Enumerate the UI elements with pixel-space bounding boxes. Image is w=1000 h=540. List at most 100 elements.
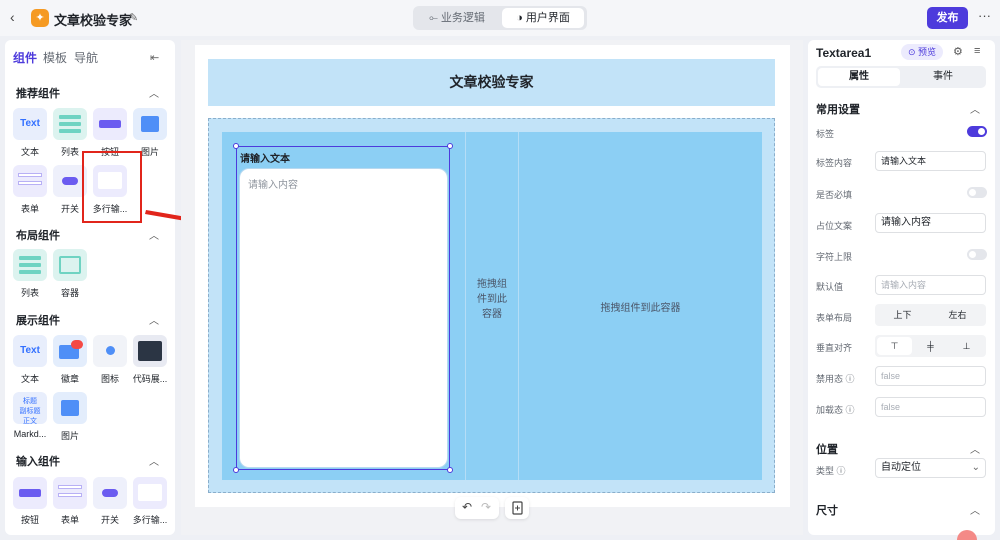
chevron-up-icon[interactable]: ︿ [149, 312, 159, 327]
mode-user-interface[interactable]: ◑ 用户界面 [502, 8, 584, 28]
chevron-up-icon[interactable]: ︿ [149, 85, 159, 100]
vertical-align-segment: ⊤ ╪ ⊥ [875, 335, 986, 357]
component-label: 列表 [20, 288, 39, 298]
disabled-label: 禁用态 ⓘ [816, 374, 855, 384]
icon-component-icon[interactable] [93, 335, 127, 367]
page-title[interactable]: 文章校验专家 [208, 59, 775, 106]
document-icon[interactable] [505, 497, 529, 519]
code-component-icon[interactable] [133, 335, 167, 367]
tab-components[interactable]: 组件 [13, 49, 37, 66]
redo-icon[interactable]: ↷ [481, 500, 491, 514]
component-label: 表单 [60, 515, 79, 525]
component-label: 按钮 [20, 515, 39, 525]
edit-icon[interactable]: ✎ [129, 11, 138, 24]
resize-handle[interactable] [233, 143, 239, 149]
component-label: 图标 [100, 374, 119, 384]
app-title: 文章校验专家 [54, 13, 133, 28]
textarea-input[interactable] [239, 168, 448, 468]
section-layout-title: 布局组件 [16, 230, 60, 242]
publish-button[interactable]: 发布 [927, 7, 968, 29]
switch-component-icon[interactable] [93, 477, 127, 509]
app-logo-icon: ✦ [31, 9, 49, 27]
button-component-icon[interactable] [93, 108, 127, 140]
position-type-select[interactable]: 自动定位 ⌄ [875, 458, 986, 478]
section-display-title: 展示组件 [16, 315, 60, 327]
component-label: 文本 [20, 374, 39, 384]
maxlength-toggle[interactable] [967, 249, 987, 260]
component-label: 代码展... [132, 374, 168, 384]
drop-hint: 拖拽组件到此容器 [600, 303, 681, 314]
text-component-icon[interactable]: Text [13, 108, 47, 140]
label-toggle-label: 标签 [816, 129, 835, 139]
text-component-icon[interactable]: Text [13, 335, 47, 367]
property-tabs: 属性 事件 [816, 66, 986, 88]
component-label: 徽章 [60, 374, 79, 384]
label-content-label: 标签内容 [816, 158, 853, 168]
chevron-up-icon[interactable]: ︿ [970, 101, 980, 116]
placeholder-input[interactable]: 请输入内容 [875, 213, 986, 233]
more-icon[interactable]: ··· [978, 8, 991, 23]
chevron-up-icon[interactable]: ︿ [149, 453, 159, 468]
section-common-settings: 常用设置 [816, 104, 860, 116]
tab-events[interactable]: 事件 [902, 68, 984, 86]
maxlength-label: 字符上限 [816, 252, 853, 262]
resize-handle[interactable] [233, 467, 239, 473]
section-recommended-title: 推荐组件 [16, 88, 60, 100]
layout-vertical-option[interactable]: 上下 [875, 304, 930, 326]
button-component-icon[interactable] [13, 477, 47, 509]
align-top-icon[interactable]: ⊤ [877, 337, 912, 355]
chevron-down-icon: ⌄ [971, 462, 980, 473]
disabled-input[interactable]: false [875, 366, 986, 386]
loading-input[interactable]: false [875, 397, 986, 417]
chevron-up-icon[interactable]: ︿ [970, 441, 980, 456]
list-component-icon[interactable] [53, 108, 87, 140]
image-component-icon[interactable] [133, 108, 167, 140]
image-component-icon[interactable] [53, 392, 87, 424]
preview-button[interactable]: ⊙ 预览 [901, 44, 943, 60]
gear-icon[interactable]: ⚙ [953, 45, 963, 58]
textarea-component-icon[interactable] [133, 477, 167, 509]
label-toggle[interactable] [967, 126, 987, 137]
align-bottom-icon[interactable]: ⊥ [949, 335, 984, 357]
align-middle-icon[interactable]: ╪ [913, 335, 948, 357]
component-name: Textarea1 [816, 46, 872, 60]
resize-handle[interactable] [447, 143, 453, 149]
chevron-left-icon[interactable]: ‹ [10, 9, 15, 25]
annotation-highlight-box [82, 151, 142, 223]
form-layout-segment: 上下 左右 [875, 304, 986, 326]
collapse-panel-icon[interactable]: ⇤ [150, 51, 159, 64]
section-position: 位置 [816, 444, 838, 456]
form-component-icon[interactable] [13, 165, 47, 197]
container-component-icon[interactable] [53, 249, 87, 281]
component-label: 表单 [20, 204, 39, 214]
chevron-up-icon[interactable]: ︿ [970, 502, 980, 517]
undo-redo-bar: ↶ ↷ [455, 497, 499, 519]
menu-icon[interactable]: ≡ [974, 45, 980, 57]
tab-properties[interactable]: 属性 [818, 68, 900, 86]
mode-business-logic[interactable]: ⟜ 业务逻辑 [416, 8, 498, 28]
badge-component-icon[interactable] [53, 335, 87, 367]
component-label: 多行输... [132, 515, 168, 525]
drop-hint: 拖拽组件到此容器 [477, 279, 507, 320]
layout-horizontal-option[interactable]: 左右 [930, 304, 985, 326]
label-content-input[interactable]: 请输入文本 [875, 151, 986, 171]
component-label: 图片 [60, 431, 79, 441]
section-input-title: 输入组件 [16, 456, 60, 468]
required-label: 是否必填 [816, 190, 853, 200]
list-component-icon[interactable] [13, 249, 47, 281]
textarea-placeholder: 请输入内容 [248, 180, 298, 191]
loading-label: 加载态 ⓘ [816, 405, 855, 415]
resize-handle[interactable] [447, 467, 453, 473]
placeholder-label: 占位文案 [816, 221, 853, 231]
required-toggle[interactable] [967, 187, 987, 198]
markdown-component-icon[interactable]: 标题 副标题 正文 [13, 392, 47, 425]
undo-icon[interactable]: ↶ [462, 500, 472, 514]
default-value-label: 默认值 [816, 282, 844, 292]
form-component-icon[interactable] [53, 477, 87, 509]
tab-navigation[interactable]: 导航 [74, 49, 98, 66]
position-type-label: 类型 ⓘ [816, 466, 846, 476]
default-value-input[interactable]: 请输入内容 [875, 275, 986, 295]
section-size: 尺寸 [816, 505, 838, 517]
top-bar: ‹ ✦ 文章校验专家 ✎ ⟜ 业务逻辑 ◑ 用户界面 发布 ··· [0, 0, 1000, 36]
tab-templates[interactable]: 模板 [43, 49, 67, 66]
